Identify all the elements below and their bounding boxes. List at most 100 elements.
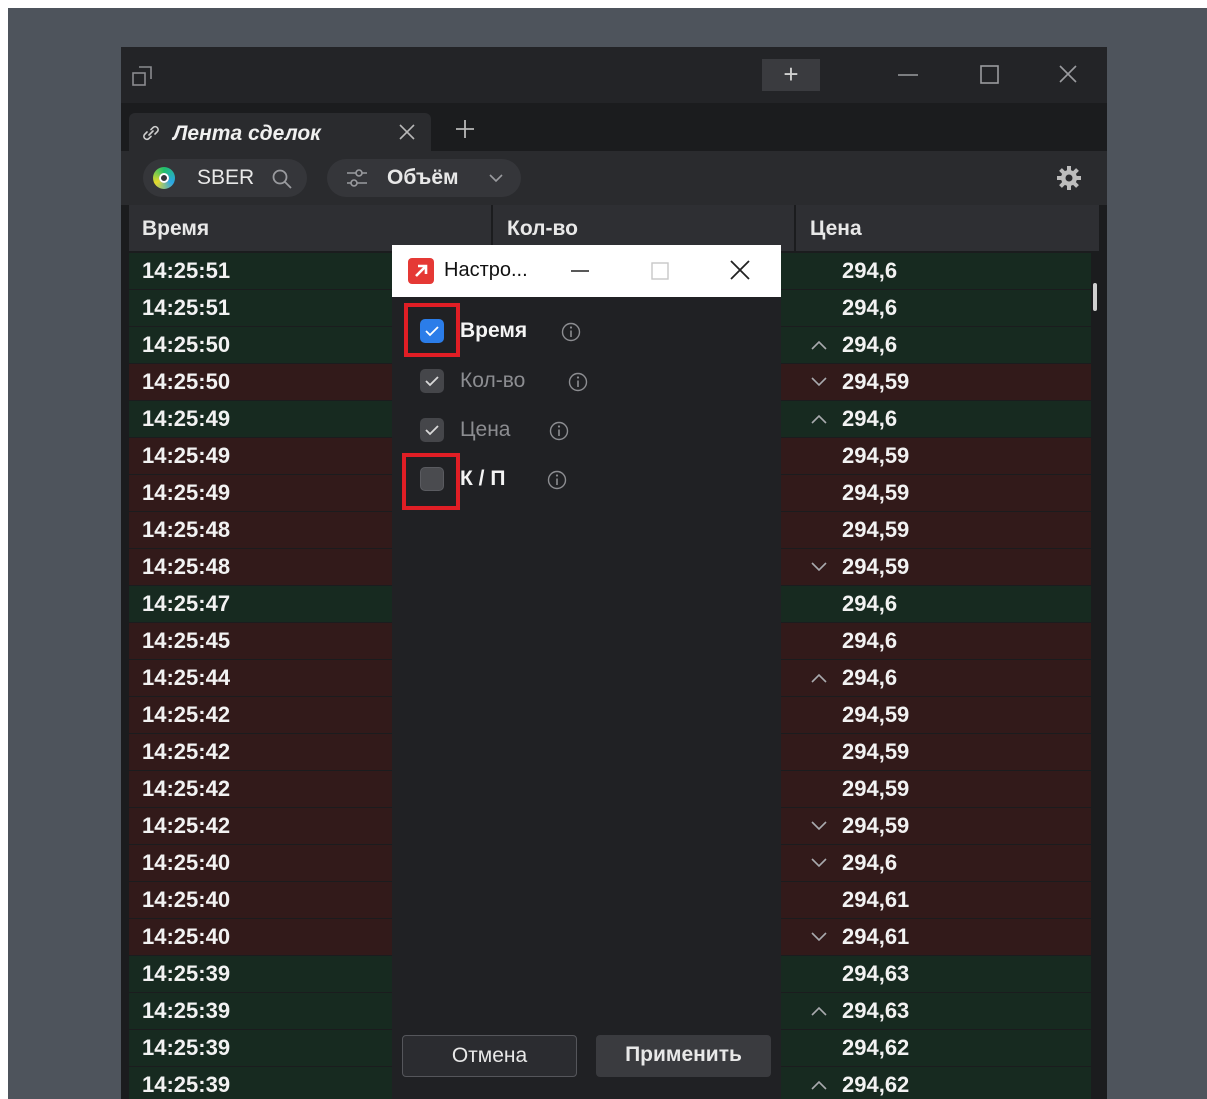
trade-time: 14:25:47 [142,591,231,616]
dialog-close-icon[interactable] [727,257,753,283]
option-price[interactable]: Цена [414,414,754,448]
close-icon[interactable] [1048,59,1088,91]
app-logo-icon [408,258,434,284]
chevron-down-icon [811,932,827,942]
trade-time: 14:25:39 [142,1035,231,1060]
trade-time: 14:25:49 [142,443,231,468]
new-tab-icon[interactable] [455,119,475,139]
trade-time: 14:25:42 [142,739,231,764]
column-header-price[interactable]: Цена [810,217,862,241]
tab-title: Лента сделок [173,122,321,145]
add-widget-button[interactable]: + [762,59,820,91]
column-header-time[interactable]: Время [142,217,209,241]
trade-time: 14:25:42 [142,776,231,801]
chevron-up-icon [811,340,827,350]
trade-price: 294,6 [842,406,898,431]
scrollbar-thumb[interactable] [1093,283,1097,311]
filter-sliders-icon [347,169,367,187]
highlight-frame [404,303,460,357]
info-icon[interactable] [567,371,589,393]
column-divider [794,205,796,251]
chevron-down-icon [489,174,503,183]
buy-sell-option-label: К / П [460,467,506,490]
trade-time: 14:25:50 [142,369,231,394]
column-settings-dialog: Настро... Время Кол-во Цена К / П Отмена… [392,245,781,1099]
trade-price: 294,6 [842,850,898,875]
trade-time: 14:25:39 [142,998,231,1023]
chevron-down-icon [811,562,827,572]
highlight-frame [402,453,460,510]
trade-price: 294,59 [842,813,910,838]
trade-time: 14:25:40 [142,850,231,875]
chevron-up-icon [811,1080,827,1090]
trade-time: 14:25:40 [142,924,231,949]
trade-time: 14:25:45 [142,628,231,653]
option-buy-sell[interactable]: К / П [414,463,754,497]
info-icon[interactable] [560,321,582,343]
dialog-titlebar[interactable]: Настро... [392,245,781,297]
trade-time: 14:25:48 [142,554,231,579]
chevron-up-icon [811,1006,827,1016]
widget-toolbar: SBER Объём [121,151,1107,205]
trade-time: 14:25:50 [142,332,231,357]
apply-button[interactable]: Применить [596,1035,771,1077]
option-time[interactable]: Время [414,315,754,349]
checkmark-icon [425,376,439,387]
trade-time: 14:25:42 [142,813,231,838]
cancel-button[interactable]: Отмена [402,1035,577,1077]
column-header-quantity[interactable]: Кол-во [507,217,578,241]
ticker-selector[interactable]: SBER [143,159,307,197]
trade-price: 294,6 [842,591,898,616]
trade-price: 294,6 [842,665,898,690]
volume-filter-label: Объём [387,166,459,189]
trade-price: 294,59 [842,776,910,801]
tab-close-icon[interactable] [397,122,417,142]
window-titlebar[interactable]: + [121,47,1107,103]
trade-price: 294,59 [842,517,910,542]
option-quantity[interactable]: Кол-во [414,365,754,399]
trade-price: 294,63 [842,961,910,986]
volume-filter-dropdown[interactable]: Объём [327,159,521,197]
trade-time: 14:25:51 [142,295,231,320]
trade-time: 14:25:40 [142,887,231,912]
gear-icon[interactable] [1055,164,1083,192]
quantity-option-label: Кол-во [460,369,526,392]
dialog-maximize-icon[interactable] [648,259,672,283]
trade-price: 294,63 [842,998,910,1023]
chevron-down-icon [811,377,827,387]
trade-time: 14:25:42 [142,702,231,727]
trade-time: 14:25:44 [142,665,231,690]
dialog-title: Настро... [444,259,528,281]
trade-price: 294,6 [842,628,898,653]
link-icon [143,125,159,141]
trade-price: 294,61 [842,887,910,912]
trade-price: 294,59 [842,554,910,579]
trade-price: 294,59 [842,369,910,394]
app-icon [132,66,152,86]
info-icon[interactable] [548,420,570,442]
ticker-symbol: SBER [197,166,255,189]
maximize-icon[interactable] [969,59,1009,91]
trade-time: 14:25:48 [142,517,231,542]
chevron-up-icon [811,414,827,424]
price-checkbox[interactable] [420,418,444,442]
tab-trades-feed[interactable]: Лента сделок [129,113,431,151]
minimize-icon[interactable] [888,59,928,91]
info-icon[interactable] [546,469,568,491]
checkmark-icon [425,425,439,436]
quantity-checkbox[interactable] [420,369,444,393]
trade-price: 294,6 [842,295,898,320]
dialog-minimize-icon[interactable] [568,259,592,283]
search-icon[interactable] [271,168,293,190]
price-option-label: Цена [460,418,511,441]
trade-price: 294,6 [842,332,898,357]
trade-time: 14:25:39 [142,1072,231,1097]
time-option-label: Время [460,319,528,342]
chevron-up-icon [811,673,827,683]
trade-price: 294,6 [842,258,898,283]
trade-time: 14:25:39 [142,961,231,986]
trade-price: 294,59 [842,480,910,505]
trade-price: 294,62 [842,1072,910,1097]
trade-time: 14:25:49 [142,406,231,431]
trade-price: 294,59 [842,702,910,727]
